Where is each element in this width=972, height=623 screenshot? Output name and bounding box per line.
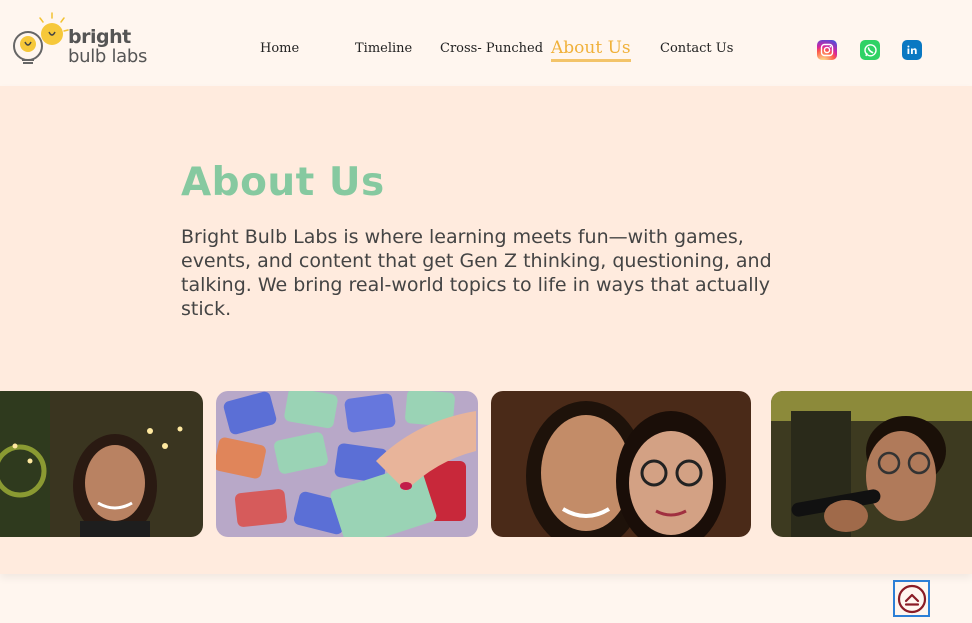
gallery-photo-4 <box>771 391 972 537</box>
whatsapp-icon <box>863 43 877 57</box>
instagram-link[interactable] <box>817 40 837 60</box>
site-header: bright bulb labs Home Timeline Cross- Pu… <box>0 0 972 86</box>
gallery-photo-1 <box>0 391 203 537</box>
linkedin-link[interactable] <box>902 40 922 60</box>
about-description: Bright Bulb Labs is where learning meets… <box>181 226 772 320</box>
gallery-photo-2 <box>216 391 478 537</box>
whatsapp-link[interactable] <box>860 40 880 60</box>
about-title: About Us <box>181 160 385 205</box>
nav-contact-us[interactable]: Contact Us <box>660 41 733 56</box>
nav-about-us[interactable]: About Us <box>551 38 631 62</box>
scroll-to-top-button[interactable] <box>893 580 930 617</box>
brand-logo[interactable]: bright bulb labs <box>10 10 160 70</box>
gallery-photo-3 <box>491 391 751 537</box>
instagram-icon <box>820 43 834 57</box>
nav-timeline[interactable]: Timeline <box>355 41 412 56</box>
about-section: About Us Bright Bulb Labs is where learn… <box>0 86 972 574</box>
nav-home[interactable]: Home <box>260 41 299 56</box>
nav-cross-punched[interactable]: Cross- Punched <box>440 41 543 56</box>
lightbulb-icon <box>13 12 69 64</box>
brand-name-bulb-labs: bulb labs <box>68 46 148 67</box>
brand-name-bright: bright <box>68 26 131 48</box>
chevron-up-circle-icon <box>897 584 926 613</box>
linkedin-icon <box>907 45 917 54</box>
